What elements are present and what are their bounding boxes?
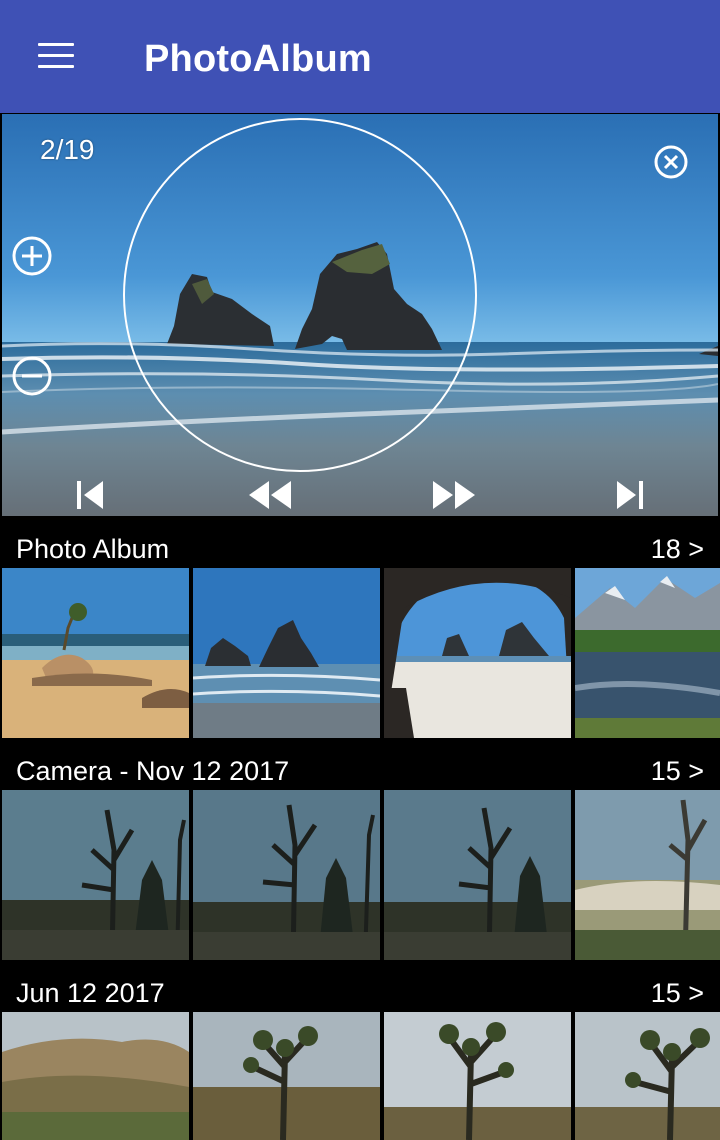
album-count-link[interactable]: 15 >: [651, 977, 704, 1009]
thumbnail-beach-rock-tree[interactable]: [2, 568, 189, 738]
viewer-photo: [2, 114, 718, 516]
menu-line: [38, 43, 74, 46]
zoom-out-icon[interactable]: [11, 355, 53, 397]
app-title: PhotoAlbum: [144, 38, 372, 80]
album-title: Jun 12 2017: [16, 978, 165, 1008]
thumbnail-dead-tree-2[interactable]: [193, 790, 380, 960]
album-count-link[interactable]: 15 >: [651, 755, 704, 787]
thumbnail-joshua-tree-3[interactable]: [575, 1012, 720, 1140]
thumbnail-dead-tree-4[interactable]: [575, 790, 720, 960]
album-header[interactable]: Photo Album 18 >: [0, 518, 720, 568]
menu-line: [38, 65, 74, 68]
skip-last-icon[interactable]: [612, 477, 648, 513]
album-header[interactable]: Camera - Nov 12 2017 15 >: [0, 740, 720, 790]
hamburger-menu-icon[interactable]: [36, 40, 76, 72]
album-title: Photo Album: [16, 534, 170, 564]
menu-line: [38, 54, 74, 57]
thumbnail-row: [0, 568, 720, 738]
thumbnail-joshua-tree-1[interactable]: [193, 1012, 380, 1140]
album-header[interactable]: Jun 12 2017 15 >: [0, 962, 720, 1012]
thumbnail-cave-view-rocks[interactable]: [384, 568, 571, 738]
app-bar: PhotoAlbum: [0, 0, 720, 113]
thumbnail-row: [0, 790, 720, 960]
photo-counter: 2/19: [40, 134, 95, 165]
thumbnail-desert-hills[interactable]: [2, 1012, 189, 1140]
close-icon[interactable]: [653, 144, 689, 180]
album-title: Camera - Nov 12 2017: [16, 756, 290, 786]
thumbnail-sea-arch-rocks[interactable]: [193, 568, 380, 738]
photo-viewer[interactable]: 2/19: [2, 114, 718, 516]
rewind-icon[interactable]: [246, 477, 294, 513]
fast-forward-icon[interactable]: [430, 477, 478, 513]
thumbnail-dead-tree-1[interactable]: [2, 790, 189, 960]
thumbnail-dead-tree-3[interactable]: [384, 790, 571, 960]
skip-first-icon[interactable]: [72, 477, 108, 513]
thumbnail-row: [0, 1012, 720, 1140]
album-count-link[interactable]: 18 >: [651, 533, 704, 565]
thumbnail-mountain-lake[interactable]: [575, 568, 720, 738]
zoom-in-icon[interactable]: [11, 235, 53, 277]
thumbnail-joshua-tree-2[interactable]: [384, 1012, 571, 1140]
